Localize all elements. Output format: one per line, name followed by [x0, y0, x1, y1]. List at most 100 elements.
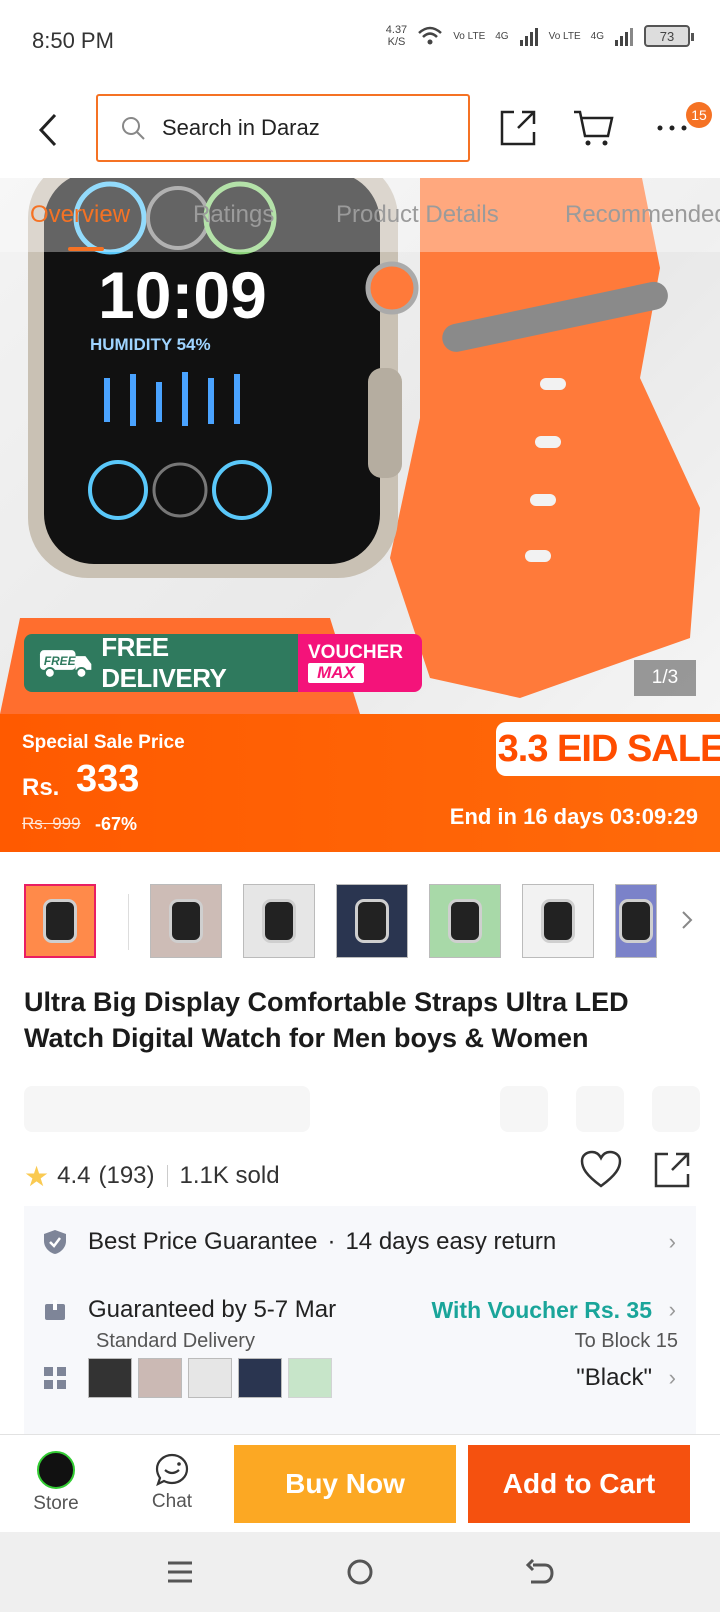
- image-thumbnails: [0, 884, 720, 960]
- loading-placeholder: [652, 1086, 700, 1132]
- delivery-row[interactable]: Guaranteed by 5-7 Mar With Voucher Rs. 3…: [24, 1296, 696, 1324]
- delivery-date-text: Guaranteed by 5-7 Mar: [88, 1296, 337, 1323]
- back-nav-icon: [525, 1558, 554, 1584]
- battery-icon: 73: [644, 25, 694, 47]
- sale-label: Special Sale Price: [22, 732, 185, 753]
- loading-placeholder: [24, 1086, 310, 1132]
- more-icon: [657, 125, 687, 131]
- sim1-network: 4G: [495, 30, 509, 42]
- voucher-offer-text: With Voucher Rs. 35: [431, 1296, 652, 1323]
- search-placeholder: Search in Daraz: [162, 115, 320, 140]
- store-button[interactable]: Store: [16, 1443, 96, 1523]
- tab-recommended[interactable]: Recommended: [565, 201, 720, 229]
- price-guarantee-text: Best Price Guarantee: [88, 1228, 318, 1255]
- share-button[interactable]: [496, 106, 540, 150]
- store-label: Store: [33, 1493, 79, 1514]
- thumbnail[interactable]: [429, 884, 501, 958]
- package-icon: [42, 1297, 68, 1323]
- tab-product-details[interactable]: Product Details: [336, 201, 499, 229]
- voucher-max-text: MAX: [308, 663, 364, 683]
- watch-thumb-icon: [355, 899, 389, 943]
- add-to-cart-button[interactable]: Add to Cart: [468, 1445, 690, 1523]
- menu-icon: [168, 1561, 192, 1583]
- search-icon: [120, 114, 148, 142]
- sim2-network: 4G: [590, 30, 604, 42]
- signal-icon: [615, 28, 633, 46]
- sale-countdown: End in 16 days 03:09:29: [449, 804, 698, 829]
- variant-row[interactable]: "Black" ›: [24, 1354, 696, 1402]
- product-share-button[interactable]: [652, 1150, 694, 1192]
- variant-thumbnail[interactable]: [138, 1358, 182, 1398]
- share-icon: [654, 1152, 690, 1188]
- sim1-label: Vo LTE: [453, 30, 486, 42]
- price-currency: Rs.: [22, 774, 60, 801]
- tab-ratings[interactable]: Ratings: [193, 201, 274, 229]
- buy-now-button[interactable]: Buy Now: [234, 1445, 456, 1523]
- network-speed: 4.37 K/S: [385, 24, 408, 48]
- share-icon: [500, 110, 536, 146]
- variants-icon: [42, 1365, 68, 1391]
- selected-variant-text: "Black": [576, 1364, 652, 1391]
- back-button[interactable]: [30, 110, 66, 150]
- bottom-action-bar: Store Chat Buy Now Add to Cart: [0, 1434, 720, 1532]
- sale-price-bar: Special Sale Price Rs. 333 Rs. 999 -67% …: [0, 714, 720, 852]
- chevron-right-icon: [682, 911, 693, 929]
- service-info-panel: Best Price Guarantee · 14 days easy retu…: [24, 1206, 696, 1434]
- chevron-right-icon: ›: [668, 1297, 676, 1322]
- chat-label: Chat: [151, 1491, 193, 1512]
- delivery-location-text: To Block 15: [574, 1330, 678, 1352]
- discount-percent: -67%: [95, 814, 138, 834]
- loading-placeholder: [576, 1086, 624, 1132]
- signal-icon: [519, 28, 538, 46]
- system-navigation-bar: [0, 1532, 720, 1612]
- loading-placeholder: [500, 1086, 548, 1132]
- image-counter: 1/3: [634, 660, 696, 696]
- status-bar: 8:50 PM 4.37 K/S Vo LTE 4G Vo LTE 4G 73: [0, 0, 720, 80]
- divider: [166, 1165, 168, 1187]
- tab-overview[interactable]: Overview: [30, 201, 130, 251]
- recent-apps-button[interactable]: [158, 1550, 202, 1594]
- thumbnail[interactable]: [615, 884, 657, 958]
- home-circle-icon: [347, 1559, 373, 1585]
- section-tabs: Overview Ratings Product Details Recomme…: [0, 178, 720, 252]
- back-nav-button[interactable]: [518, 1550, 562, 1594]
- variant-thumbnail[interactable]: [238, 1358, 282, 1398]
- chevron-right-icon: ›: [668, 1365, 676, 1390]
- watch-thumb-icon: [43, 899, 77, 943]
- status-icons: 4.37 K/S Vo LTE 4G Vo LTE 4G 73: [385, 24, 694, 48]
- thumbnail[interactable]: [243, 884, 315, 958]
- home-button[interactable]: [338, 1550, 382, 1594]
- guarantee-row[interactable]: Best Price Guarantee · 14 days easy retu…: [24, 1228, 696, 1256]
- watch-humidity-text: HUMIDITY 54%: [90, 335, 211, 354]
- cart-button[interactable]: [572, 106, 616, 150]
- voucher-text: VOUCHER: [308, 642, 404, 663]
- variant-thumbnail[interactable]: [88, 1358, 132, 1398]
- variant-thumbnail[interactable]: [188, 1358, 232, 1398]
- sale-price: 333: [76, 758, 140, 800]
- rating-count: (193): [98, 1162, 155, 1189]
- variant-thumbnail[interactable]: [288, 1358, 332, 1398]
- cart-icon: [574, 110, 614, 146]
- shield-icon: [42, 1229, 68, 1255]
- eid-sale-banner: 3.3 EID SALE: [496, 722, 720, 776]
- star-icon: ★: [24, 1160, 50, 1192]
- watch-thumb-icon: [262, 899, 296, 943]
- free-delivery-text: FREE DELIVERY: [101, 634, 227, 692]
- top-header: Search in Daraz: [0, 80, 720, 180]
- chat-button[interactable]: Chat: [132, 1443, 212, 1523]
- delivery-type-text: Standard Delivery: [96, 1330, 255, 1352]
- search-input[interactable]: Search in Daraz: [96, 94, 470, 162]
- thumbnail[interactable]: [150, 884, 222, 958]
- wishlist-button[interactable]: [580, 1150, 622, 1192]
- thumbnail[interactable]: [24, 884, 96, 958]
- thumbnail[interactable]: [336, 884, 408, 958]
- wifi-icon: [418, 26, 443, 45]
- back-arrow-icon: [38, 113, 57, 147]
- watch-thumb-icon: [448, 899, 482, 943]
- sold-count: 1.1K sold: [179, 1162, 280, 1189]
- thumbnails-next-button[interactable]: [672, 900, 702, 940]
- watch-thumb-icon: [541, 899, 575, 943]
- separator-dot: ·: [327, 1228, 336, 1255]
- thumbnail[interactable]: [522, 884, 594, 958]
- thumbnail-divider: [128, 894, 129, 950]
